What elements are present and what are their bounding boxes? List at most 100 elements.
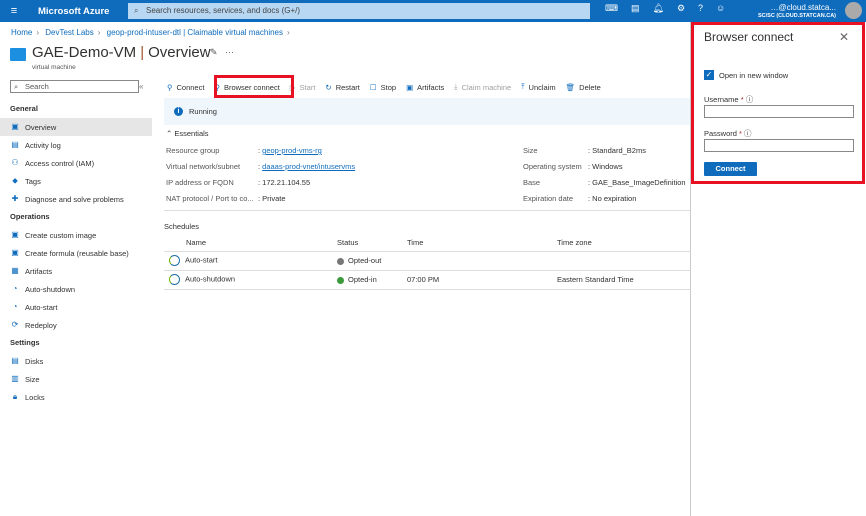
essentials-row: Size: Standard_B2ms [523, 146, 646, 155]
toolbar-label: Stop [380, 82, 397, 92]
vm-name: GAE-Demo-VM [32, 44, 137, 61]
essentials-label: Expiration date [523, 194, 574, 203]
col-name: Name [164, 234, 337, 252]
divider [164, 210, 691, 211]
sidebar-item-size[interactable]: ▥ Size [0, 370, 152, 388]
cloud-shell-icon[interactable]: ⌨ [605, 3, 618, 14]
feedback-icon[interactable]: ☺ [716, 3, 725, 14]
breadcrumb-home[interactable]: Home [11, 28, 32, 37]
essentials-row: NAT protocol / Port to co...: Private [166, 194, 286, 203]
account-menu[interactable]: …@cloud.statca... SC/SC (CLOUD.STATCAN.CA… [758, 3, 836, 21]
global-search[interactable]: ⌕ Search resources, services, and docs (G… [128, 3, 590, 19]
sidebar-item-access-control-iam-[interactable]: ⚇ Access control (IAM) [0, 154, 152, 172]
restart-icon: ↻ [325, 82, 332, 92]
sidebar-item-artifacts[interactable]: ▦ Artifacts [0, 262, 152, 280]
artifacts-button[interactable]: ▣ Artifacts [406, 83, 444, 92]
clock-icon [169, 255, 180, 266]
essentials-title: Essentials [174, 129, 209, 138]
essentials-label: Size [523, 146, 538, 155]
sidebar-item-create-formula-reusable-base-[interactable]: ▣ Create formula (reusable base) [0, 244, 152, 262]
account-directory: SC/SC (CLOUD.STATCAN.CA) [757, 13, 836, 19]
essentials-row: Virtual network/subnet: daaas-prod-vnet/… [166, 162, 356, 171]
essentials-label: Virtual network/subnet [166, 162, 241, 171]
sidebar-item-create-custom-image[interactable]: ▣ Create custom image [0, 226, 152, 244]
artifacts-icon: ▣ [406, 82, 414, 92]
table-row[interactable]: Auto-start Opted-out [164, 251, 691, 271]
breadcrumb-devtest-labs[interactable]: DevTest Labs [45, 28, 93, 37]
essentials-label: IP address or FQDN [166, 178, 234, 187]
sidebar-item-disks[interactable]: ▤ Disks [0, 352, 152, 370]
directory-filter-icon[interactable]: ▤ [631, 3, 640, 14]
schedule-status: Opted-out [348, 256, 382, 265]
breadcrumb-lab[interactable]: geop-prod-intuser-dtl | Claimable virtua… [107, 28, 283, 37]
brand[interactable]: Microsoft Azure [38, 6, 128, 17]
table-row[interactable]: Auto-shutdown Opted-in 07:00 PM Eastern Sta… [164, 270, 691, 290]
avatar[interactable] [845, 2, 862, 19]
sidebar-item-tags[interactable]: ⬥ Tags [0, 172, 152, 190]
sidebar-item-icon: ▥ [11, 374, 19, 383]
page-subtitle: virtual machine [32, 64, 76, 71]
delete-button[interactable]: 🗑︎ Delete [566, 83, 601, 92]
essentials-value[interactable]: daaas-prod-vnet/intuservms [262, 162, 355, 171]
essentials-label: Resource group [166, 146, 220, 155]
schedule-name[interactable]: Auto-start [185, 255, 218, 264]
help-icon[interactable]: ? [698, 3, 703, 14]
sidebar-item-icon: ▣ [11, 122, 19, 131]
sidebar-item-label: Redeploy [25, 320, 57, 330]
sidebar-item-label: Activity log [25, 140, 61, 150]
sidebar-section-title: Operations [10, 212, 50, 221]
unclaim-button[interactable]: ⤒ Unclaim [521, 82, 555, 92]
essentials-value: 172.21.104.55 [262, 178, 311, 187]
sidebar-item-label: Artifacts [25, 266, 53, 276]
sidebar-item-diagnose-and-solve-problems[interactable]: ✚ Diagnose and solve problems [0, 190, 152, 208]
sidebar-section-title: Settings [10, 338, 40, 347]
sidebar-item-activity-log[interactable]: ▤ Activity log [0, 136, 152, 154]
sidebar-item-icon: ⟳ [11, 320, 19, 329]
col-status: Status [337, 234, 407, 252]
status-bar: i Running [164, 98, 691, 125]
sidebar-item-locks[interactable]: 🔒︎ Locks [0, 388, 152, 406]
status-text: Running [189, 107, 217, 116]
schedule-timezone: Eastern Standard Time [557, 270, 691, 290]
schedule-name[interactable]: Auto-shutdown [185, 274, 235, 283]
claim-machine-button[interactable]: ⤓ Claim machine [454, 82, 511, 92]
sidebar-item-redeploy[interactable]: ⟳ Redeploy [0, 316, 152, 334]
menu-icon[interactable]: ≡ [0, 5, 28, 17]
essentials-value[interactable]: geop-prod-vms-rg [262, 146, 322, 155]
sidebar-item-label: Diagnose and solve problems [25, 194, 124, 204]
pin-icon[interactable]: ✎ ··· [210, 47, 234, 58]
sidebar-item-label: Create custom image [25, 230, 97, 240]
essentials-label: Base [523, 178, 541, 187]
essentials-value: Windows [592, 162, 623, 171]
essentials-value: GAE_Base_ImageDefinition [592, 178, 686, 187]
sidebar-item-icon: ▤ [11, 356, 19, 365]
essentials-toggle[interactable]: ⌃ Essentials [166, 129, 209, 138]
sidebar-item-auto-start[interactable]: ◔ Auto-start [0, 298, 152, 316]
gear-icon[interactable]: ⚙ [677, 3, 685, 14]
bell-icon[interactable]: 🔔︎ [653, 3, 664, 14]
vm-icon [10, 48, 26, 61]
section-name: Overview [148, 44, 211, 61]
sidebar-search[interactable]: ⌕ Search [10, 80, 139, 93]
schedule-status: Opted-in [348, 275, 377, 284]
sidebar-item-auto-shutdown[interactable]: ◔ Auto-shutdown [0, 280, 152, 298]
connect-button[interactable]: ⚲ Connect [167, 83, 204, 92]
sidebar-item-icon: 🔒︎ [12, 392, 18, 401]
essentials-label: NAT protocol / Port to co... [166, 194, 254, 203]
sidebar-item-icon: ▤ [11, 140, 19, 149]
highlight-browser-connect [214, 75, 294, 98]
essentials-row: Resource group: geop-prod-vms-rg [166, 146, 322, 155]
restart-button[interactable]: ↻ Restart [325, 83, 359, 92]
essentials-row: Expiration date: No expiration [523, 194, 637, 203]
search-icon: ⌕ [134, 6, 139, 15]
toolbar-label: Artifacts [417, 82, 445, 92]
sidebar-item-icon: ▣ [11, 248, 19, 257]
search-icon: ⌕ [14, 82, 19, 91]
sidebar-item-label: Auto-start [25, 302, 58, 312]
sidebar-search-placeholder: Search [25, 82, 49, 91]
toolbar-label: Start [299, 82, 316, 92]
sidebar-item-overview[interactable]: ▣ Overview [0, 118, 152, 136]
stop-button[interactable]: ☐ Stop [370, 83, 396, 92]
highlight-panel [691, 22, 865, 184]
collapse-icon[interactable]: « [139, 82, 143, 91]
